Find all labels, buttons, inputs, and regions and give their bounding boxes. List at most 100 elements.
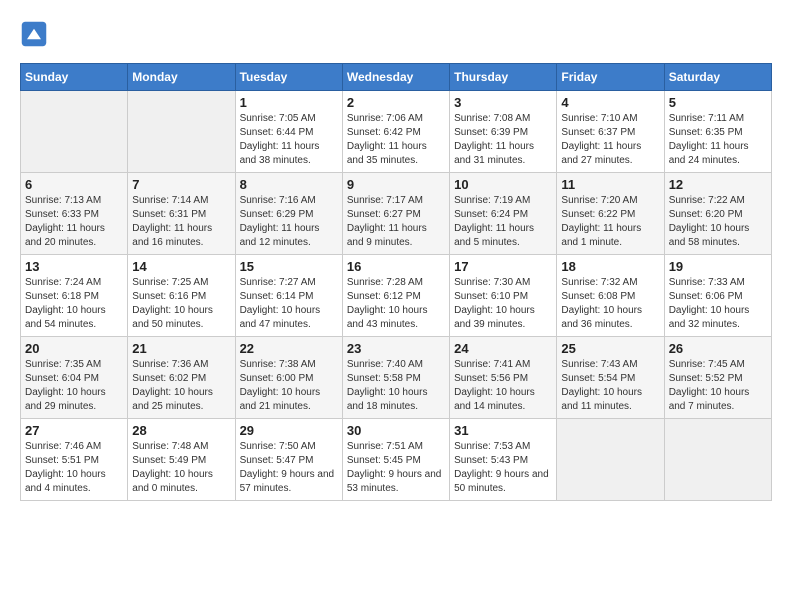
day-info: Sunrise: 7:17 AM Sunset: 6:27 PM Dayligh… <box>347 194 445 250</box>
calendar-day-cell: 12 Sunrise: 7:22 AM Sunset: 6:20 PM Dayl… <box>664 173 771 255</box>
day-number: 24 <box>454 341 552 356</box>
calendar-day-cell: 7 Sunrise: 7:14 AM Sunset: 6:31 PM Dayli… <box>128 173 235 255</box>
day-number: 28 <box>132 423 230 438</box>
day-info: Sunrise: 7:16 AM Sunset: 6:29 PM Dayligh… <box>240 194 338 250</box>
calendar-day-cell: 19 Sunrise: 7:33 AM Sunset: 6:06 PM Dayl… <box>664 255 771 337</box>
day-number: 7 <box>132 177 230 192</box>
weekday-header: Wednesday <box>342 64 449 91</box>
day-info: Sunrise: 7:40 AM Sunset: 5:58 PM Dayligh… <box>347 358 445 414</box>
day-info: Sunrise: 7:06 AM Sunset: 6:42 PM Dayligh… <box>347 112 445 168</box>
calendar-day-cell: 23 Sunrise: 7:40 AM Sunset: 5:58 PM Dayl… <box>342 337 449 419</box>
calendar-day-cell: 11 Sunrise: 7:20 AM Sunset: 6:22 PM Dayl… <box>557 173 664 255</box>
calendar-day-cell: 14 Sunrise: 7:25 AM Sunset: 6:16 PM Dayl… <box>128 255 235 337</box>
page-header <box>20 20 772 48</box>
day-info: Sunrise: 7:14 AM Sunset: 6:31 PM Dayligh… <box>132 194 230 250</box>
calendar-day-cell: 29 Sunrise: 7:50 AM Sunset: 5:47 PM Dayl… <box>235 419 342 501</box>
day-number: 9 <box>347 177 445 192</box>
calendar-day-cell: 18 Sunrise: 7:32 AM Sunset: 6:08 PM Dayl… <box>557 255 664 337</box>
day-info: Sunrise: 7:13 AM Sunset: 6:33 PM Dayligh… <box>25 194 123 250</box>
day-info: Sunrise: 7:48 AM Sunset: 5:49 PM Dayligh… <box>132 440 230 496</box>
day-info: Sunrise: 7:22 AM Sunset: 6:20 PM Dayligh… <box>669 194 767 250</box>
day-number: 17 <box>454 259 552 274</box>
calendar-day-cell: 25 Sunrise: 7:43 AM Sunset: 5:54 PM Dayl… <box>557 337 664 419</box>
calendar-day-cell: 17 Sunrise: 7:30 AM Sunset: 6:10 PM Dayl… <box>450 255 557 337</box>
day-info: Sunrise: 7:41 AM Sunset: 5:56 PM Dayligh… <box>454 358 552 414</box>
calendar-day-cell: 22 Sunrise: 7:38 AM Sunset: 6:00 PM Dayl… <box>235 337 342 419</box>
calendar-week-row: 6 Sunrise: 7:13 AM Sunset: 6:33 PM Dayli… <box>21 173 772 255</box>
day-info: Sunrise: 7:36 AM Sunset: 6:02 PM Dayligh… <box>132 358 230 414</box>
calendar-day-cell: 24 Sunrise: 7:41 AM Sunset: 5:56 PM Dayl… <box>450 337 557 419</box>
day-number: 21 <box>132 341 230 356</box>
weekday-header: Tuesday <box>235 64 342 91</box>
day-number: 6 <box>25 177 123 192</box>
day-number: 14 <box>132 259 230 274</box>
day-number: 31 <box>454 423 552 438</box>
calendar-week-row: 13 Sunrise: 7:24 AM Sunset: 6:18 PM Dayl… <box>21 255 772 337</box>
calendar-day-cell: 27 Sunrise: 7:46 AM Sunset: 5:51 PM Dayl… <box>21 419 128 501</box>
calendar-day-cell: 2 Sunrise: 7:06 AM Sunset: 6:42 PM Dayli… <box>342 91 449 173</box>
calendar-day-cell <box>128 91 235 173</box>
day-number: 23 <box>347 341 445 356</box>
day-info: Sunrise: 7:43 AM Sunset: 5:54 PM Dayligh… <box>561 358 659 414</box>
calendar-day-cell: 3 Sunrise: 7:08 AM Sunset: 6:39 PM Dayli… <box>450 91 557 173</box>
calendar-week-row: 1 Sunrise: 7:05 AM Sunset: 6:44 PM Dayli… <box>21 91 772 173</box>
day-info: Sunrise: 7:33 AM Sunset: 6:06 PM Dayligh… <box>669 276 767 332</box>
day-info: Sunrise: 7:27 AM Sunset: 6:14 PM Dayligh… <box>240 276 338 332</box>
calendar-day-cell: 16 Sunrise: 7:28 AM Sunset: 6:12 PM Dayl… <box>342 255 449 337</box>
day-info: Sunrise: 7:30 AM Sunset: 6:10 PM Dayligh… <box>454 276 552 332</box>
day-number: 13 <box>25 259 123 274</box>
day-info: Sunrise: 7:11 AM Sunset: 6:35 PM Dayligh… <box>669 112 767 168</box>
day-number: 8 <box>240 177 338 192</box>
calendar-day-cell: 30 Sunrise: 7:51 AM Sunset: 5:45 PM Dayl… <box>342 419 449 501</box>
day-info: Sunrise: 7:51 AM Sunset: 5:45 PM Dayligh… <box>347 440 445 496</box>
day-number: 1 <box>240 95 338 110</box>
weekday-header-row: SundayMondayTuesdayWednesdayThursdayFrid… <box>21 64 772 91</box>
calendar-day-cell: 4 Sunrise: 7:10 AM Sunset: 6:37 PM Dayli… <box>557 91 664 173</box>
day-number: 30 <box>347 423 445 438</box>
day-number: 4 <box>561 95 659 110</box>
weekday-header: Saturday <box>664 64 771 91</box>
day-info: Sunrise: 7:45 AM Sunset: 5:52 PM Dayligh… <box>669 358 767 414</box>
calendar-day-cell: 21 Sunrise: 7:36 AM Sunset: 6:02 PM Dayl… <box>128 337 235 419</box>
day-info: Sunrise: 7:05 AM Sunset: 6:44 PM Dayligh… <box>240 112 338 168</box>
day-number: 2 <box>347 95 445 110</box>
calendar-day-cell: 5 Sunrise: 7:11 AM Sunset: 6:35 PM Dayli… <box>664 91 771 173</box>
calendar-day-cell <box>664 419 771 501</box>
calendar-day-cell <box>21 91 128 173</box>
day-info: Sunrise: 7:24 AM Sunset: 6:18 PM Dayligh… <box>25 276 123 332</box>
day-info: Sunrise: 7:53 AM Sunset: 5:43 PM Dayligh… <box>454 440 552 496</box>
day-info: Sunrise: 7:35 AM Sunset: 6:04 PM Dayligh… <box>25 358 123 414</box>
calendar-day-cell <box>557 419 664 501</box>
day-number: 20 <box>25 341 123 356</box>
day-info: Sunrise: 7:25 AM Sunset: 6:16 PM Dayligh… <box>132 276 230 332</box>
day-number: 11 <box>561 177 659 192</box>
logo <box>20 20 52 48</box>
day-info: Sunrise: 7:46 AM Sunset: 5:51 PM Dayligh… <box>25 440 123 496</box>
day-number: 3 <box>454 95 552 110</box>
logo-icon <box>20 20 48 48</box>
calendar-day-cell: 6 Sunrise: 7:13 AM Sunset: 6:33 PM Dayli… <box>21 173 128 255</box>
calendar-day-cell: 8 Sunrise: 7:16 AM Sunset: 6:29 PM Dayli… <box>235 173 342 255</box>
day-number: 15 <box>240 259 338 274</box>
calendar-day-cell: 1 Sunrise: 7:05 AM Sunset: 6:44 PM Dayli… <box>235 91 342 173</box>
weekday-header: Sunday <box>21 64 128 91</box>
calendar-day-cell: 10 Sunrise: 7:19 AM Sunset: 6:24 PM Dayl… <box>450 173 557 255</box>
day-number: 10 <box>454 177 552 192</box>
calendar-week-row: 27 Sunrise: 7:46 AM Sunset: 5:51 PM Dayl… <box>21 419 772 501</box>
day-number: 5 <box>669 95 767 110</box>
day-number: 16 <box>347 259 445 274</box>
calendar-table: SundayMondayTuesdayWednesdayThursdayFrid… <box>20 63 772 501</box>
calendar-day-cell: 20 Sunrise: 7:35 AM Sunset: 6:04 PM Dayl… <box>21 337 128 419</box>
weekday-header: Thursday <box>450 64 557 91</box>
calendar-day-cell: 26 Sunrise: 7:45 AM Sunset: 5:52 PM Dayl… <box>664 337 771 419</box>
day-info: Sunrise: 7:28 AM Sunset: 6:12 PM Dayligh… <box>347 276 445 332</box>
day-info: Sunrise: 7:38 AM Sunset: 6:00 PM Dayligh… <box>240 358 338 414</box>
calendar-day-cell: 28 Sunrise: 7:48 AM Sunset: 5:49 PM Dayl… <box>128 419 235 501</box>
weekday-header: Friday <box>557 64 664 91</box>
day-number: 19 <box>669 259 767 274</box>
day-info: Sunrise: 7:32 AM Sunset: 6:08 PM Dayligh… <box>561 276 659 332</box>
day-number: 18 <box>561 259 659 274</box>
day-info: Sunrise: 7:50 AM Sunset: 5:47 PM Dayligh… <box>240 440 338 496</box>
day-number: 12 <box>669 177 767 192</box>
day-info: Sunrise: 7:10 AM Sunset: 6:37 PM Dayligh… <box>561 112 659 168</box>
